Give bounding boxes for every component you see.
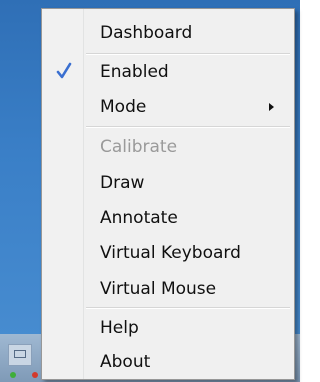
menu-item-virtual-mouse[interactable]: Virtual Mouse xyxy=(44,273,292,305)
menu-item-help[interactable]: Help xyxy=(44,312,292,344)
menu-item-calibrate: Calibrate xyxy=(44,131,292,163)
window-icon xyxy=(14,350,26,358)
menu-item-draw[interactable]: Draw xyxy=(44,167,292,199)
menu-item-label: Annotate xyxy=(100,208,178,228)
menu-item-enabled[interactable]: Enabled xyxy=(44,56,292,88)
menu-item-label: Help xyxy=(100,318,139,338)
menu-separator xyxy=(86,307,290,309)
menu-item-annotate[interactable]: Annotate xyxy=(44,202,292,234)
context-menu: Dashboard Enabled Mode Calibrate Draw An… xyxy=(41,8,295,380)
taskbar-button[interactable] xyxy=(8,344,32,366)
menu-item-label: Dashboard xyxy=(100,23,193,43)
menu-item-label: Calibrate xyxy=(100,137,178,157)
menu-item-label: Virtual Keyboard xyxy=(100,243,241,263)
tray-alert-icon[interactable] xyxy=(32,372,38,378)
tray-status-icon[interactable] xyxy=(10,372,16,378)
menu-separator xyxy=(86,126,290,128)
menu-item-dashboard[interactable]: Dashboard xyxy=(44,17,292,49)
menu-item-label: Virtual Mouse xyxy=(100,279,217,299)
menu-item-mode[interactable]: Mode xyxy=(44,91,292,123)
menu-item-label: About xyxy=(100,352,151,372)
checkmark-icon xyxy=(54,60,74,82)
menu-item-virtual-keyboard[interactable]: Virtual Keyboard xyxy=(44,237,292,269)
menu-separator xyxy=(86,53,290,55)
menu-item-label: Mode xyxy=(100,97,147,117)
menu-item-about[interactable]: About xyxy=(44,346,292,378)
submenu-arrow-icon xyxy=(269,103,274,111)
menu-item-label: Draw xyxy=(100,173,145,193)
menu-item-label: Enabled xyxy=(100,62,169,82)
